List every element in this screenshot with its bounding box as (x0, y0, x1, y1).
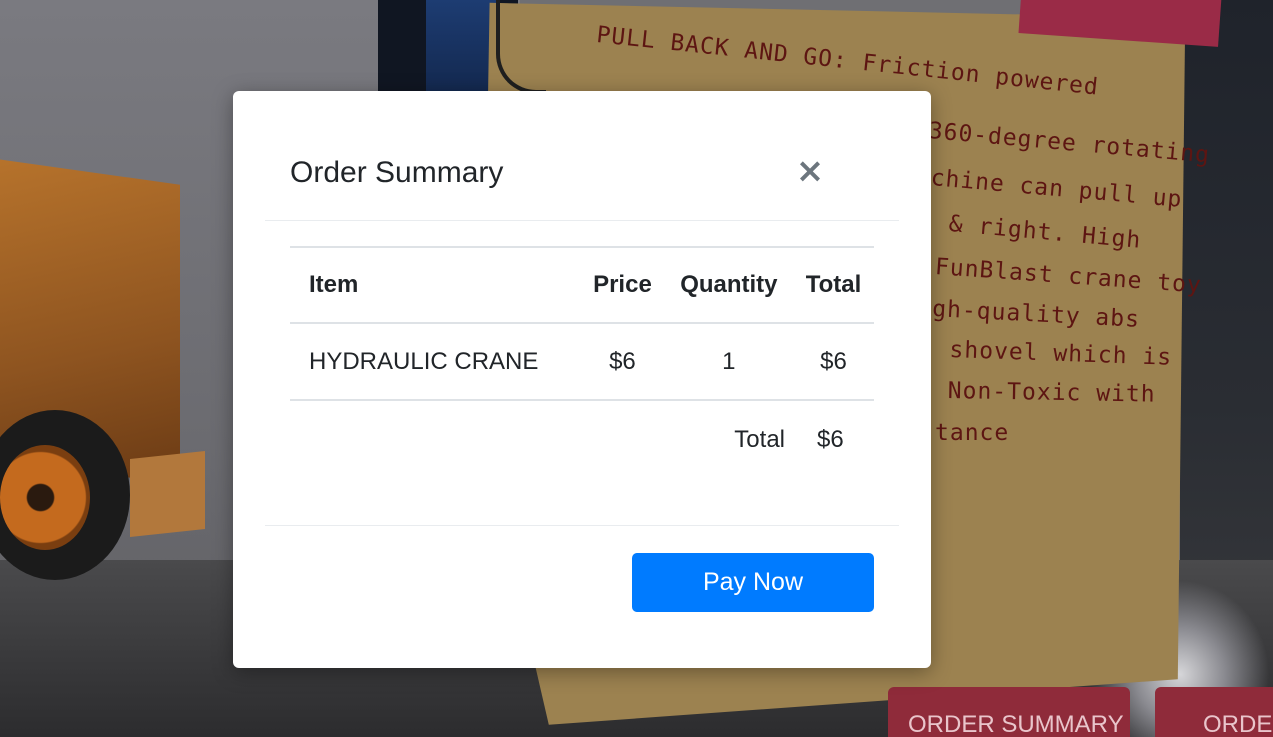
modal-footer: Pay Now (265, 525, 899, 668)
order-summary-modal: Order Summary × Item Price Quantity Tota… (233, 91, 931, 668)
column-header-total: Total (805, 271, 862, 298)
close-icon[interactable]: × (795, 153, 825, 189)
grand-total-row: Total $6 (290, 400, 874, 479)
grand-total-label: Total (734, 426, 785, 453)
order-table: Item Price Quantity Total HYDRAULIC CRAN… (290, 246, 874, 479)
modal-title: Order Summary (290, 156, 504, 189)
empty-cell (580, 400, 665, 479)
item-total-cell: $6 (820, 347, 847, 375)
empty-cell (290, 400, 580, 479)
item-name-cell: HYDRAULIC CRANE (309, 347, 539, 375)
table-row: HYDRAULIC CRANE $6 1 $6 (290, 323, 874, 400)
modal-header: Order Summary × (265, 91, 899, 221)
ar-scene: PULL BACK AND GO: Friction powered 360-d… (0, 0, 1273, 737)
grand-total-value: $6 (817, 426, 844, 453)
column-header-item: Item (309, 271, 359, 298)
item-quantity-cell: 1 (722, 347, 736, 375)
column-header-quantity: Quantity (680, 271, 778, 298)
item-price-cell: $6 (609, 347, 636, 375)
table-header-row: Item Price Quantity Total (290, 247, 874, 323)
pay-now-button[interactable]: Pay Now (632, 553, 874, 612)
column-header-price: Price (593, 271, 652, 298)
modal-body: Item Price Quantity Total HYDRAULIC CRAN… (290, 246, 874, 479)
